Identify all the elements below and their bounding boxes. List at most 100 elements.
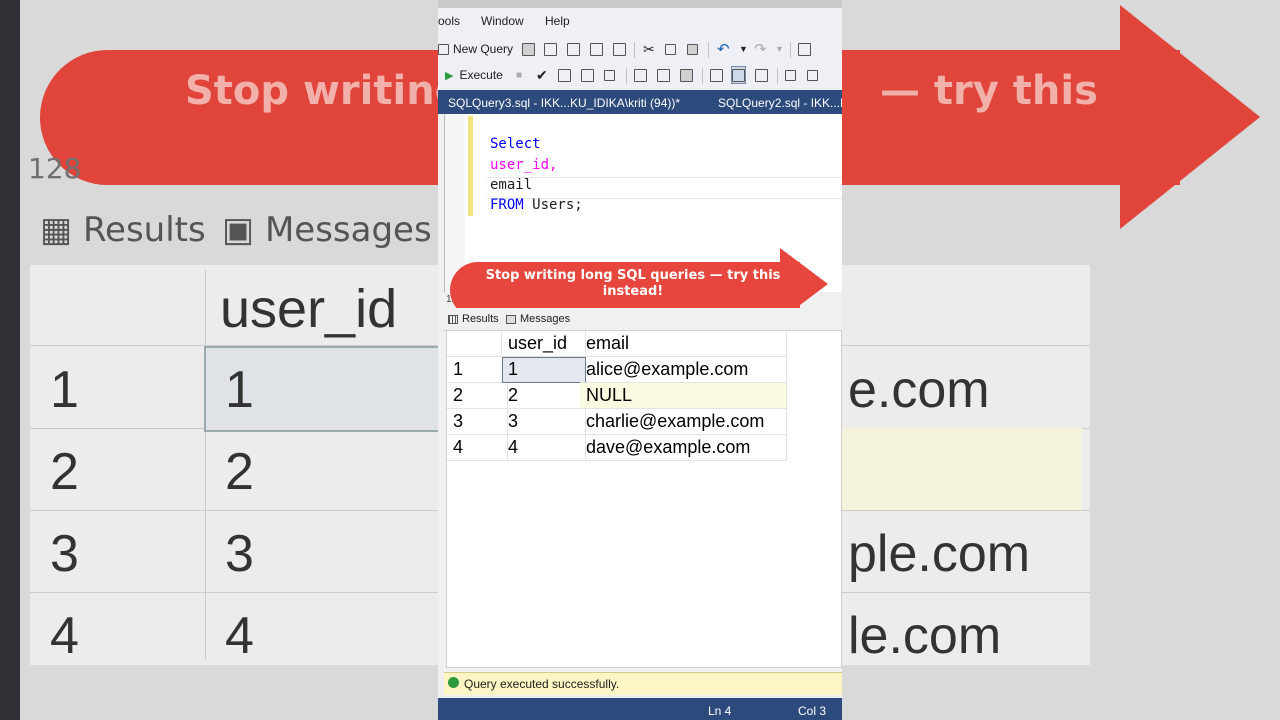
tab-sqlquery3[interactable]: SQLQuery3.sql - IKK...KU_IDIKA\kriti (94… <box>448 96 680 110</box>
cell-user-id[interactable]: 1 <box>502 357 586 383</box>
title-bar <box>438 0 842 8</box>
intellisense-icon[interactable] <box>604 67 615 83</box>
cell-email[interactable]: alice@example.com <box>580 357 787 383</box>
background-zoom-label: 128 <box>28 152 82 185</box>
background-grid-divider <box>205 270 206 660</box>
cell-email[interactable]: charlie@example.com <box>580 409 787 435</box>
tab-messages[interactable]: Messages <box>506 313 570 325</box>
editor-change-marker <box>468 116 473 216</box>
new-query-icon <box>438 43 449 55</box>
row-number[interactable]: 3 <box>447 409 508 435</box>
toolbar-separator <box>790 42 791 58</box>
toolbar-separator <box>626 68 627 84</box>
row-number[interactable]: 1 <box>447 357 508 383</box>
column-indicator: Col 3 <box>798 704 827 718</box>
parse-checkmark-icon[interactable]: ✔ <box>536 67 548 83</box>
menu-tools[interactable]: ools <box>438 14 460 28</box>
cell-user-id[interactable]: 2 <box>502 383 586 409</box>
current-line-highlight <box>487 177 842 199</box>
ssms-window: ools Window Help New Query ✂ ↶ ▼ ↷ ▼ ▶ E… <box>438 0 842 720</box>
new-query-button[interactable]: New Query <box>438 41 513 57</box>
tab-results-label: Results <box>462 313 499 325</box>
toolbar-separator <box>708 42 709 58</box>
cancel-query-icon[interactable]: ■ <box>516 67 522 83</box>
paste-icon[interactable] <box>687 41 698 57</box>
results-grid[interactable]: user_id email 1 1 alice@example.com 2 2 … <box>446 330 842 668</box>
editor-status-bar: Ln 4 Col 3 <box>438 698 842 720</box>
database-engine-query-icon[interactable] <box>522 41 535 57</box>
tab-messages-label: Messages <box>520 313 571 325</box>
background-dark-strip <box>0 0 20 720</box>
background-row-number: 1 <box>50 361 79 419</box>
tab-sqlquery2[interactable]: SQLQuery2.sql - IKK...KU <box>718 96 842 110</box>
uncomment-lines-icon[interactable] <box>807 67 818 83</box>
display-plan-icon[interactable] <box>558 67 571 83</box>
include-actual-plan-icon[interactable] <box>634 67 647 83</box>
table-row: 3 3 charlie@example.com <box>447 409 787 435</box>
redo-icon[interactable]: ↷ <box>754 41 767 58</box>
tab-results[interactable]: Results <box>448 313 499 325</box>
menu-window[interactable]: Window <box>481 14 524 28</box>
background-tab-results-label: Results <box>82 210 206 250</box>
execute-label: Execute <box>459 68 503 82</box>
xmla-query-icon[interactable] <box>590 41 603 57</box>
table-row: 1 1 alice@example.com <box>447 357 787 383</box>
results-to-grid-icon[interactable] <box>731 66 746 84</box>
menu-bar: ools Window Help <box>438 8 842 36</box>
table-row: 4 4 dave@example.com <box>447 435 787 461</box>
redo-dropdown-icon[interactable]: ▼ <box>775 41 784 57</box>
live-statistics-icon[interactable] <box>657 67 670 83</box>
mdx-query-icon[interactable] <box>544 41 557 57</box>
row-number[interactable]: 2 <box>447 383 508 409</box>
standard-toolbar: New Query ✂ ↶ ▼ ↷ ▼ <box>438 36 842 62</box>
background-cell-email: e.com <box>848 361 990 419</box>
results-to-file-icon[interactable] <box>755 67 768 83</box>
menu-help[interactable]: Help <box>545 14 570 28</box>
results-to-text-icon[interactable] <box>710 67 723 83</box>
cut-icon[interactable]: ✂ <box>643 41 655 57</box>
background-cell-id: 4 <box>225 607 254 665</box>
cell-email[interactable]: dave@example.com <box>580 435 787 461</box>
code-line-select: Select <box>490 136 541 152</box>
grid-header-row: user_id email <box>447 331 787 357</box>
undo-icon[interactable]: ↶ <box>717 41 730 58</box>
cell-email-null[interactable]: NULL <box>580 383 787 409</box>
code-table-name: Users; <box>523 197 583 213</box>
code-keyword-from: FROM <box>490 197 524 213</box>
code-line-user-id: user_id, <box>490 157 558 173</box>
client-statistics-icon[interactable] <box>680 67 693 83</box>
row-number[interactable]: 4 <box>447 435 508 461</box>
query-status-bar: Query executed successfully. <box>444 672 842 695</box>
column-header-user-id[interactable]: user_id <box>502 331 586 357</box>
background-row-number: 3 <box>50 525 79 583</box>
copy-icon[interactable] <box>665 41 676 57</box>
background-null-highlight <box>842 428 1082 510</box>
comment-lines-icon[interactable] <box>785 67 796 83</box>
background-cell-id: 2 <box>225 443 254 501</box>
grid-corner-cell[interactable] <box>447 331 502 357</box>
background-banner-arrow <box>1120 5 1260 229</box>
column-header-email[interactable]: email <box>580 331 787 357</box>
dax-query-icon[interactable] <box>613 41 626 57</box>
table-row: 2 2 NULL <box>447 383 787 409</box>
background-cell-email: le.com <box>848 607 1002 665</box>
execute-play-icon: ▶ <box>445 69 454 82</box>
background-column-header: user_id <box>220 279 398 339</box>
toolbar-separator <box>702 68 703 84</box>
background-row-number: 2 <box>50 443 79 501</box>
toolbar-separator <box>777 68 778 84</box>
activity-monitor-icon[interactable] <box>798 41 811 57</box>
line-indicator: Ln 4 <box>708 704 732 718</box>
dmx-query-icon[interactable] <box>567 41 580 57</box>
query-options-icon[interactable] <box>581 67 594 83</box>
code-line-email: email <box>490 177 533 193</box>
sql-editor-toolbar: ▶ Execute ■ ✔ <box>438 62 842 88</box>
background-cell-id: 1 <box>225 361 254 419</box>
cell-user-id[interactable]: 3 <box>502 409 586 435</box>
undo-dropdown-icon[interactable]: ▼ <box>739 41 748 57</box>
execute-button[interactable]: ▶ Execute <box>445 67 503 83</box>
new-query-label: New Query <box>453 42 514 56</box>
cell-user-id[interactable]: 4 <box>502 435 586 461</box>
code-line-from: FROM Users; <box>490 197 583 213</box>
status-message: Query executed successfully. <box>464 677 620 691</box>
